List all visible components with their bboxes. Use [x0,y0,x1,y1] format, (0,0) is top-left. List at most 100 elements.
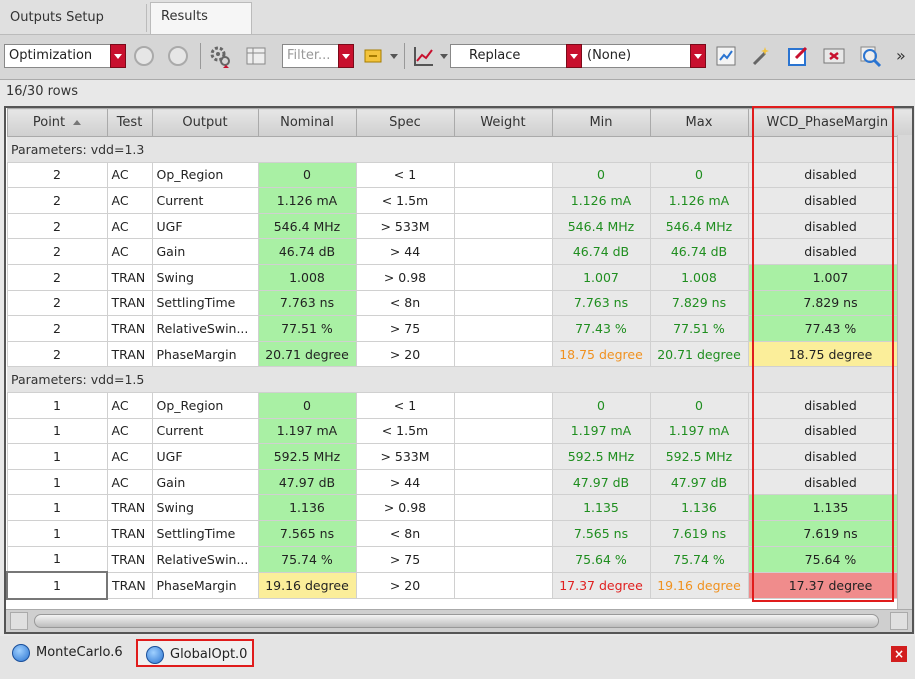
cell-weight [453,187,553,214]
cell-min: 1.197 mA [551,417,651,445]
results-toolbar: Optimization Filter... Replace (None) » [0,34,915,80]
cell-nominal: 1.197 mA [257,417,357,445]
column-header-min[interactable]: Min [551,108,651,137]
cell-point: 2 [6,187,108,214]
history-select[interactable]: (None) [566,44,706,68]
cell-nominal: 46.74 dB [257,238,357,265]
table-row[interactable]: 1 TRAN PhaseMargin 19.16 degree > 20 17.37 de… [6,571,912,600]
cell-point: 2 [6,238,108,265]
filter-placeholder: Filter... [287,48,331,63]
cell-max: 47.97 dB [649,468,749,496]
cell-output: UGF [151,443,259,470]
cell-output: PhaseMargin [151,571,259,600]
scroll-left-button[interactable] [10,612,28,630]
replace-mode-select[interactable]: Replace [450,44,582,68]
gear-icon[interactable] [208,44,232,68]
cell-nominal: 7.565 ns [257,519,357,547]
close-icon[interactable]: × [891,646,907,662]
cell-max: 19.16 degree [649,571,749,600]
cell-nominal: 1.126 mA [257,187,357,214]
group-label: Parameters: vdd=1.3 [7,136,748,163]
cell-wcd: 7.619 ns [747,519,912,547]
filter-input[interactable]: Filter... [282,44,354,68]
table-row[interactable]: 1 TRAN RelativeSwin... 75.74 % > 75 75.64 % 75… [6,545,912,573]
table-view-icon[interactable] [244,44,268,68]
cell-output: Op_Region [151,161,259,189]
cell-max: 0 [649,391,749,419]
cell-output: RelativeSwin... [151,545,259,573]
cell-point: 2 [6,263,108,291]
table-row[interactable]: 1 AC Current 1.197 mA < 1.5m 1.197 mA 1.197 mA… [6,417,912,445]
cell-output: SettlingTime [151,519,259,547]
disabled-circle-icon[interactable] [132,44,156,68]
table-row[interactable]: 1 AC Gain 47.97 dB > 44 47.97 dB 47.97 dB disab… [6,468,912,496]
cell-spec: < 1.5m [355,417,455,445]
cell-spec: > 44 [355,468,455,496]
column-header-point[interactable]: Point [6,108,108,137]
tab-results[interactable]: Results [150,2,252,35]
zoom-icon[interactable] [858,44,882,68]
cell-max: 20.71 degree [649,340,749,368]
column-header-output[interactable]: Output [151,108,259,137]
cell-point: 1 [6,391,108,419]
toolbar-overflow-icon[interactable]: » [896,46,906,65]
table-row[interactable]: 2 AC Gain 46.74 dB > 44 46.74 dB 46.74 dB disab… [6,238,912,265]
table-row[interactable]: 2 TRAN PhaseMargin 20.71 degree > 20 18.75 de… [6,340,912,368]
cell-spec: > 75 [355,545,455,573]
vertical-scrollbar[interactable] [897,135,912,610]
table-row[interactable]: 1 AC Op_Region 0 < 1 0 0 disabled [6,391,912,419]
delete-results-icon[interactable] [822,44,846,68]
plot-icon[interactable] [412,44,436,68]
cell-nominal: 75.74 % [257,545,357,573]
cell-test: TRAN [106,263,153,291]
column-header-weight[interactable]: Weight [453,108,553,137]
tab-globalopt[interactable]: GlobalOpt.0 [136,639,254,667]
group-wcd-cell [748,136,912,163]
cell-weight [453,289,553,317]
cell-wcd: 17.37 degree [747,571,912,600]
cell-weight [453,519,553,547]
replace-mode-value: Replace [469,48,521,63]
wand-icon[interactable] [750,44,774,68]
cell-min: 77.43 % [551,315,651,342]
table-row[interactable]: 2 TRAN SettlingTime 7.763 ns < 8n 7.763 ns 7.8… [6,289,912,317]
column-header-test[interactable]: Test [106,108,153,137]
cell-output: Swing [151,263,259,291]
cell-min: 0 [551,391,651,419]
edit-icon[interactable] [786,44,810,68]
cell-test: AC [106,417,153,445]
chevron-down-icon[interactable] [388,44,400,68]
table-row[interactable]: 1 TRAN SettlingTime 7.565 ns < 8n 7.565 ns 7.6… [6,519,912,547]
cell-weight [453,391,553,419]
table-row[interactable]: 2 AC Op_Region 0 < 1 0 0 disabled [6,161,912,189]
column-header-max[interactable]: Max [649,108,749,137]
export-icon[interactable] [362,44,386,68]
group-row[interactable]: Parameters: vdd=1.5 [7,366,912,393]
table-row[interactable]: 1 TRAN Swing 1.136 > 0.98 1.135 1.136 1.135 [6,494,912,521]
cell-max: 46.74 dB [649,238,749,265]
horizontal-scrollbar[interactable] [6,609,912,632]
table-row[interactable]: 2 AC UGF 546.4 MHz > 533M 546.4 MHz 546.4 MHz d… [6,212,912,240]
tab-montecarlo[interactable]: MonteCarlo.6 [4,639,146,667]
column-header-nominal[interactable]: Nominal [257,108,357,137]
table-row[interactable]: 2 TRAN RelativeSwin... 77.51 % > 75 77.43 % 77… [6,315,912,342]
spreadsheet-icon[interactable] [714,44,738,68]
chevron-down-icon[interactable] [438,44,450,68]
cell-spec: < 1 [355,391,455,419]
group-row[interactable]: Parameters: vdd=1.3 [7,136,912,163]
table-row[interactable]: 1 AC UGF 592.5 MHz > 533M 592.5 MHz 592.5 MHz d… [6,443,912,470]
cell-spec: < 8n [355,519,455,547]
cell-nominal: 1.136 [257,494,357,521]
column-header-wcd-phasemargin[interactable]: WCD_PhaseMargin [747,108,912,137]
cell-test: TRAN [106,340,153,368]
tab-outputs-setup[interactable]: Outputs Setup [0,4,147,32]
cell-nominal: 19.16 degree [257,571,357,600]
scroll-right-button[interactable] [890,612,908,630]
column-header-spec[interactable]: Spec [355,108,455,137]
run-mode-select[interactable]: Optimization [4,44,126,68]
disabled-circle-icon[interactable] [166,44,190,68]
scrollbar-thumb[interactable] [34,614,879,628]
table-row[interactable]: 2 TRAN Swing 1.008 > 0.98 1.007 1.008 1.007 [6,263,912,291]
table-row[interactable]: 2 AC Current 1.126 mA < 1.5m 1.126 mA 1.126 mA… [6,187,912,214]
cell-output: Current [151,417,259,445]
